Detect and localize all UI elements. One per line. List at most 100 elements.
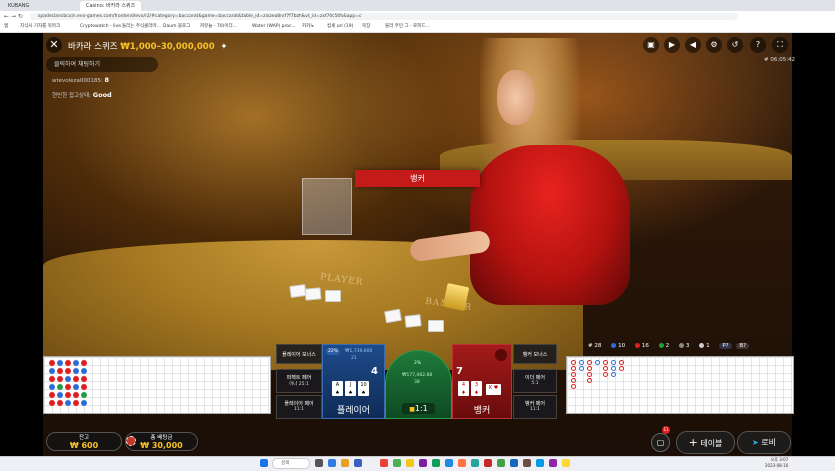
taskbar-app-icon[interactable] [536,459,544,467]
windows-start-icon[interactable] [260,459,268,467]
road-marker [619,360,624,365]
either-pair-bet[interactable]: 이더 페어 5:1 [513,369,557,393]
bead-marker [65,400,71,406]
taskbar-app-icon[interactable] [341,459,349,467]
bookmark-item[interactable]: 카카노 [302,23,314,31]
player-predict[interactable]: P? [719,343,732,349]
player-bonus-bet[interactable]: 플레이어 보너스 [276,344,322,364]
taskbar-app-icon[interactable] [471,459,479,467]
banker-bonus-bet[interactable]: 뱅커 보너스 [513,344,557,364]
road-marker [619,366,624,371]
bookmark-item[interactable]: 블라 주민 그 - 로피드... [385,23,430,31]
player-bet-area[interactable]: 22% ₩1,739,600 21 4 A ♠ J ♠ 10 ♠ 플레이어 [322,344,385,419]
bookmark-item[interactable]: 커뮤늘 - 70(이더... [200,23,237,31]
taskbar-app-icon[interactable] [354,459,362,467]
bookmark-item[interactable]: 앱 [4,23,8,31]
banker-card: K ♥ [486,384,501,395]
road-marker [611,360,616,365]
balance-value: ₩ 600 [69,441,99,450]
nav-buttons-icon[interactable]: ← → ↻ [4,13,23,20]
banker-pair-bet[interactable]: 뱅커 페어 11:1 [513,395,557,419]
road-marker [587,360,592,365]
road-marker [611,366,616,371]
other-count: 1 [699,343,710,349]
banker-predict[interactable]: B? [736,343,750,349]
taskbar-app-icon[interactable] [315,459,323,467]
player-bettors: 21 [351,356,357,361]
settings-icon[interactable]: ⚙ [706,37,722,53]
table-card [325,290,341,302]
taskbar-app-icon[interactable] [562,459,570,467]
taskbar-app-icon[interactable] [445,459,453,467]
bookmark-item[interactable]: Daum 블로그 [163,23,190,31]
help-icon[interactable]: ? [750,37,766,53]
bead-marker [81,368,87,374]
bookmark-item[interactable]: Water (WAP) proc... [252,23,296,31]
bead-marker [73,392,79,398]
tab-casino[interactable]: Casino: 바카라 스퀴즈 [80,1,142,11]
bead-marker [81,376,87,382]
chrome-icon[interactable] [380,459,388,467]
big-road[interactable] [566,356,794,414]
bookmark-item[interactable]: 북장 [362,23,370,31]
bookmark-item[interactable]: Cryptowatch - live [80,23,121,31]
taskbar-app-icon[interactable] [406,459,414,467]
taskbar-app-icon[interactable] [510,459,518,467]
road-marker [571,360,576,365]
bead-marker [65,360,71,366]
chat-badge: 11 [662,426,670,434]
bead-marker [81,384,87,390]
taskbar-app-icon[interactable] [419,459,427,467]
tie-bet-area[interactable]: 2% ₩177,082.88 38 ■1:1 [385,350,452,419]
bead-marker [57,368,63,374]
perfect-pair-bet[interactable]: 퍼펙트 페어 어나 25:1 [276,369,322,393]
road-marker [571,366,576,371]
tie-bettors: 38 [414,380,420,385]
bead-marker [49,392,55,398]
plus-icon: + [688,436,698,449]
chat-button[interactable]: ▢ [651,433,670,452]
bookmark-item[interactable]: 돌리는 주식콜라마... [122,23,161,31]
url-field[interactable]: spadeclancbcoin.evo-games.com/frontend/e… [30,13,738,20]
bead-road[interactable] [43,356,271,414]
taskbar-app-icon[interactable] [458,459,466,467]
close-icon[interactable]: ✕ [46,37,62,53]
banker-indicator [495,349,507,361]
taskbar-app-icon[interactable] [328,459,336,467]
round-count: # 28 [588,343,602,349]
player-card: A ♠ [332,381,343,396]
road-marker [571,384,576,389]
table-card [404,314,422,328]
tab-kubang[interactable]: KUBANG [2,1,35,11]
bead-marker [73,360,79,366]
taskbar-app-icon[interactable] [484,459,492,467]
history-icon[interactable]: ↺ [727,37,743,53]
chat-icon[interactable]: ▣ [643,37,659,53]
taskbar-app-icon[interactable] [497,459,505,467]
stats-bar: # 28 10 16 2 3 1 P? B? [588,343,752,349]
chat-prompt[interactable]: 클릭하여 채팅하기 [46,57,158,72]
fullscreen-icon[interactable]: ⛶ [772,37,788,53]
chat-message: wtevoleza000185: 8 [52,76,109,84]
bead-marker [57,392,63,398]
taskbar-search[interactable]: 검색 [272,458,310,469]
banker-bet-area[interactable]: 7 4 ♦ 3 ♦ K ♥ 뱅커 [452,344,512,419]
bead-marker [73,376,79,382]
add-table-button[interactable]: + 테이블 [676,431,735,454]
bead-marker [57,400,63,406]
taskbar-app-icon[interactable] [393,459,401,467]
sound-icon[interactable]: ◀ [685,37,701,53]
lobby-button[interactable]: ➤ 로비 [737,431,791,454]
video-icon[interactable]: ▶ [664,37,680,53]
taskbar-app-icon[interactable] [523,459,531,467]
bead-marker [49,400,55,406]
player-pair-bet[interactable]: 플레이어 페어 11:1 [276,395,322,419]
bookmark-item[interactable]: 컵세 url (19) [327,23,353,31]
taskbar [0,456,835,471]
star-icon[interactable]: ✦ [220,42,227,52]
taskbar-app-icon[interactable] [549,459,557,467]
connection-status: 현빈한 접고상태: Good [52,91,112,99]
road-marker [603,366,608,371]
bookmark-item[interactable]: 지식사 기자를 북마크 [20,23,60,31]
taskbar-app-icon[interactable] [432,459,440,467]
